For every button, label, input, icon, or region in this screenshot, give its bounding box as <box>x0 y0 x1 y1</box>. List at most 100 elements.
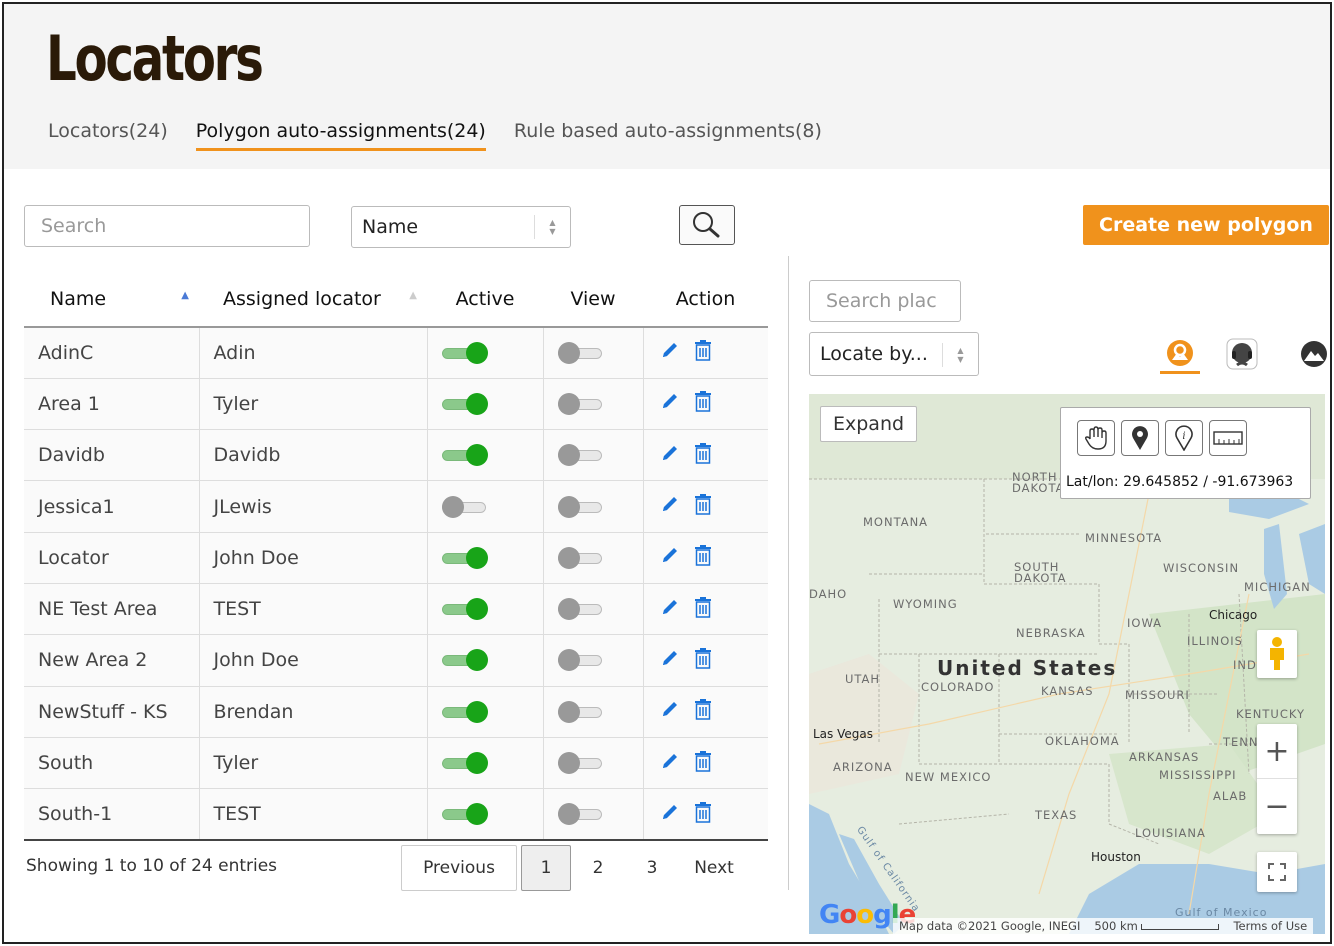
page-button-2[interactable]: 2 <box>571 845 625 891</box>
delete-trash-icon[interactable] <box>694 647 712 674</box>
delete-trash-icon[interactable] <box>694 442 712 469</box>
search-input[interactable] <box>24 205 310 247</box>
cell-view <box>542 737 643 790</box>
active-toggle[interactable] <box>441 444 488 467</box>
tab-locators[interactable]: Locators(24) <box>48 120 168 151</box>
view-toggle[interactable] <box>557 546 604 569</box>
table-row: NewStuff - KS Brendan <box>24 686 768 738</box>
delete-trash-icon[interactable] <box>694 493 712 520</box>
edit-pencil-icon[interactable] <box>660 545 680 570</box>
view-toggle[interactable] <box>557 700 604 723</box>
locate-by-select[interactable]: Locate by... ▲ ▼ <box>809 332 979 376</box>
map-label-minnesota: MINNESOTA <box>1085 531 1163 545</box>
edit-pencil-icon[interactable] <box>660 443 680 468</box>
edit-pencil-icon[interactable] <box>660 802 680 827</box>
create-new-polygon-button[interactable]: Create new polygon <box>1083 205 1329 245</box>
view-toggle[interactable] <box>557 598 604 621</box>
cell-action <box>642 788 768 841</box>
zoom-controls: + − <box>1257 724 1297 834</box>
map-scale[interactable]: 500 km <box>1094 919 1220 933</box>
zoom-in-button[interactable]: + <box>1257 725 1297 779</box>
cell-active <box>426 429 543 482</box>
page-button-3[interactable]: 3 <box>625 845 679 891</box>
delete-trash-icon[interactable] <box>694 390 712 417</box>
map-data-credit[interactable]: Map data ©2021 Google, INEGI <box>899 919 1080 933</box>
active-toggle[interactable] <box>441 495 488 518</box>
edit-pencil-icon[interactable] <box>660 494 680 519</box>
view-toggle[interactable] <box>557 752 604 775</box>
cell-name: Davidb <box>24 429 199 482</box>
column-header-name[interactable]: Name ▲ <box>24 272 199 328</box>
cell-name: NE Test Area <box>24 583 199 636</box>
active-toggle[interactable] <box>441 649 488 672</box>
active-toggle[interactable] <box>441 392 488 415</box>
edit-pencil-icon[interactable] <box>660 648 680 673</box>
fullscreen-button[interactable] <box>1257 852 1297 892</box>
delete-trash-icon[interactable] <box>694 339 712 366</box>
view-toggle[interactable] <box>557 803 604 826</box>
edit-pencil-icon[interactable] <box>660 597 680 622</box>
next-page-button[interactable]: Next <box>679 845 749 891</box>
map-label-nebraska: NEBRASKA <box>1016 626 1086 640</box>
cell-name: Locator <box>24 532 199 584</box>
edit-pencil-icon[interactable] <box>660 699 680 724</box>
cell-name: Jessica1 <box>24 480 199 533</box>
edit-pencil-icon[interactable] <box>660 391 680 416</box>
svg-text:i: i <box>1182 431 1185 442</box>
cell-active <box>426 532 543 584</box>
previous-page-button[interactable]: Previous <box>401 845 517 891</box>
headset-icon-graphic <box>1226 338 1258 370</box>
pan-hand-icon[interactable] <box>1077 420 1115 456</box>
active-toggle[interactable] <box>441 700 488 723</box>
view-toggle[interactable] <box>557 392 604 415</box>
view-toggle[interactable] <box>557 444 604 467</box>
map-pin-icon[interactable] <box>1121 420 1159 456</box>
cell-action <box>642 378 768 431</box>
locator-area-icon[interactable] <box>1160 334 1200 374</box>
place-search-input[interactable]: Search plac <box>809 280 961 322</box>
table-row: South-1 TEST <box>24 788 768 841</box>
search-field-select[interactable]: Name ▲ ▼ <box>351 206 571 248</box>
view-toggle[interactable] <box>557 495 604 518</box>
terms-of-use-link[interactable]: Terms of Use <box>1233 919 1307 933</box>
view-toggle[interactable] <box>557 649 604 672</box>
active-toggle[interactable] <box>441 598 488 621</box>
search-button[interactable] <box>679 205 735 245</box>
active-toggle[interactable] <box>441 546 488 569</box>
cell-assigned-locator: Brendan <box>198 686 427 738</box>
info-pin-icon[interactable]: i <box>1165 420 1203 456</box>
edit-pencil-icon[interactable] <box>660 751 680 776</box>
select-arrows-icon: ▲ ▼ <box>942 343 978 367</box>
headset-icon[interactable] <box>1222 334 1262 374</box>
map-scale-label: 500 km <box>1094 919 1138 933</box>
active-toggle[interactable] <box>441 341 488 364</box>
delete-trash-icon[interactable] <box>694 750 712 777</box>
view-toggle[interactable] <box>557 341 604 364</box>
cell-view <box>542 532 643 584</box>
ruler-icon[interactable] <box>1209 420 1247 456</box>
column-header-assigned-locator[interactable]: Assigned locator ▲ <box>199 272 427 328</box>
map-label-idaho: DAHO <box>809 587 848 601</box>
delete-trash-icon[interactable] <box>694 596 712 623</box>
active-toggle[interactable] <box>441 752 488 775</box>
cell-name: Area 1 <box>24 378 199 431</box>
page-button-1[interactable]: 1 <box>521 845 571 891</box>
info-pin-icon-graphic: i <box>1175 425 1193 451</box>
zoom-out-button[interactable]: − <box>1257 779 1297 833</box>
delete-trash-icon[interactable] <box>694 801 712 828</box>
delete-trash-icon[interactable] <box>694 698 712 725</box>
street-view-pegman-icon[interactable] <box>1257 630 1297 678</box>
tab-polygon-auto-assignments[interactable]: Polygon auto-assignments(24) <box>195 120 486 151</box>
search-field-select-value: Name <box>362 216 419 238</box>
polygon-table: Name ▲ Assigned locator ▲ Active View Ac… <box>24 272 768 841</box>
edit-pencil-icon[interactable] <box>660 340 680 365</box>
cell-active <box>426 737 543 790</box>
terrain-icon[interactable] <box>1294 334 1330 374</box>
map-view[interactable]: MONTANA NORTH DAKOTA MINNESOTA SOUTH DAK… <box>809 394 1325 934</box>
delete-trash-icon[interactable] <box>694 544 712 571</box>
active-toggle[interactable] <box>441 803 488 826</box>
table-row: Davidb Davidb <box>24 429 768 482</box>
table-row: AdinC Adin <box>24 327 768 379</box>
tab-rule-based-auto-assignments[interactable]: Rule based auto-assignments(8) <box>514 120 822 151</box>
map-expand-button[interactable]: Expand <box>820 406 918 442</box>
